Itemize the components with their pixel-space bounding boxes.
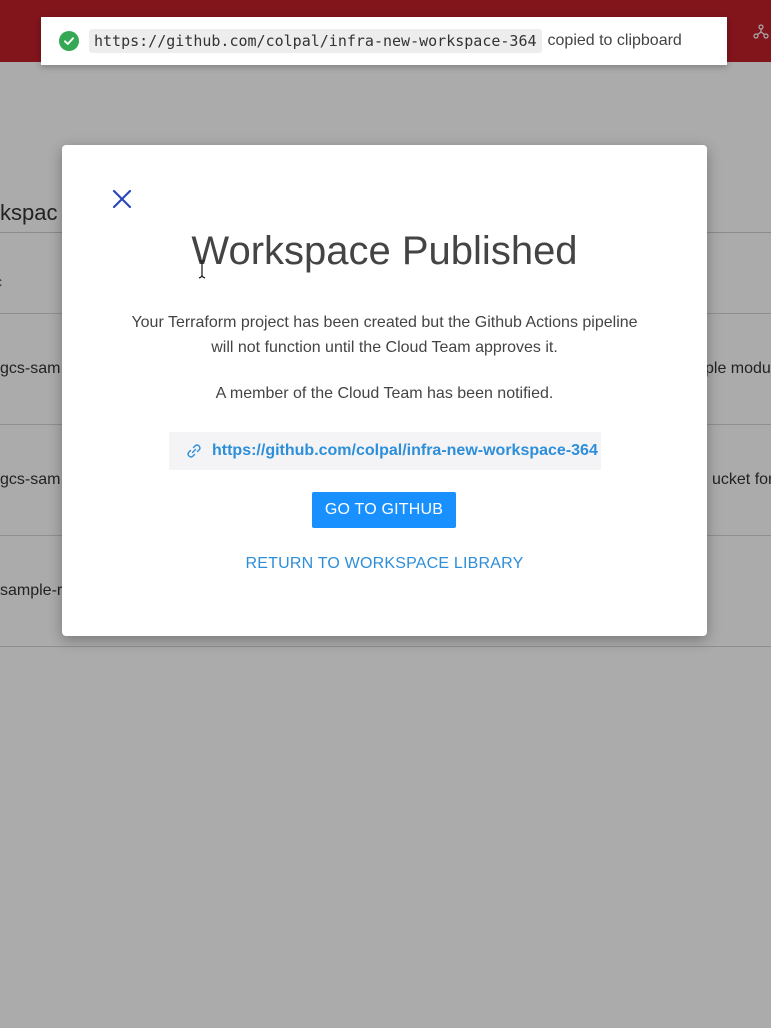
go-to-github-button[interactable]: GO TO GITHUB [312,492,456,528]
repo-link-text: https://github.com/colpal/infra-new-work… [212,442,598,459]
close-icon[interactable] [110,187,134,211]
toast-url: https://github.com/colpal/infra-new-work… [89,29,542,53]
app-window: kspac c gcs-sam ple modu gcs-sam ucket f… [0,0,771,1028]
toast-message: copied to clipboard [547,32,682,49]
dialog-notice: A member of the Cloud Team has been noti… [215,385,554,402]
return-to-library-link[interactable]: RETURN TO WORKSPACE LIBRARY [62,555,707,573]
repo-link[interactable]: https://github.com/colpal/infra-new-work… [169,432,601,470]
dialog-title: Workspace Published [191,229,578,273]
clipboard-toast: https://github.com/colpal/infra-new-work… [41,17,727,65]
check-circle-icon [59,31,79,51]
text-cursor-icon [198,259,206,279]
dialog-description: Your Terraform project has been created … [131,314,638,356]
workspace-published-dialog: Workspace Published Your Terraform proje… [62,145,707,636]
link-icon [187,444,201,458]
